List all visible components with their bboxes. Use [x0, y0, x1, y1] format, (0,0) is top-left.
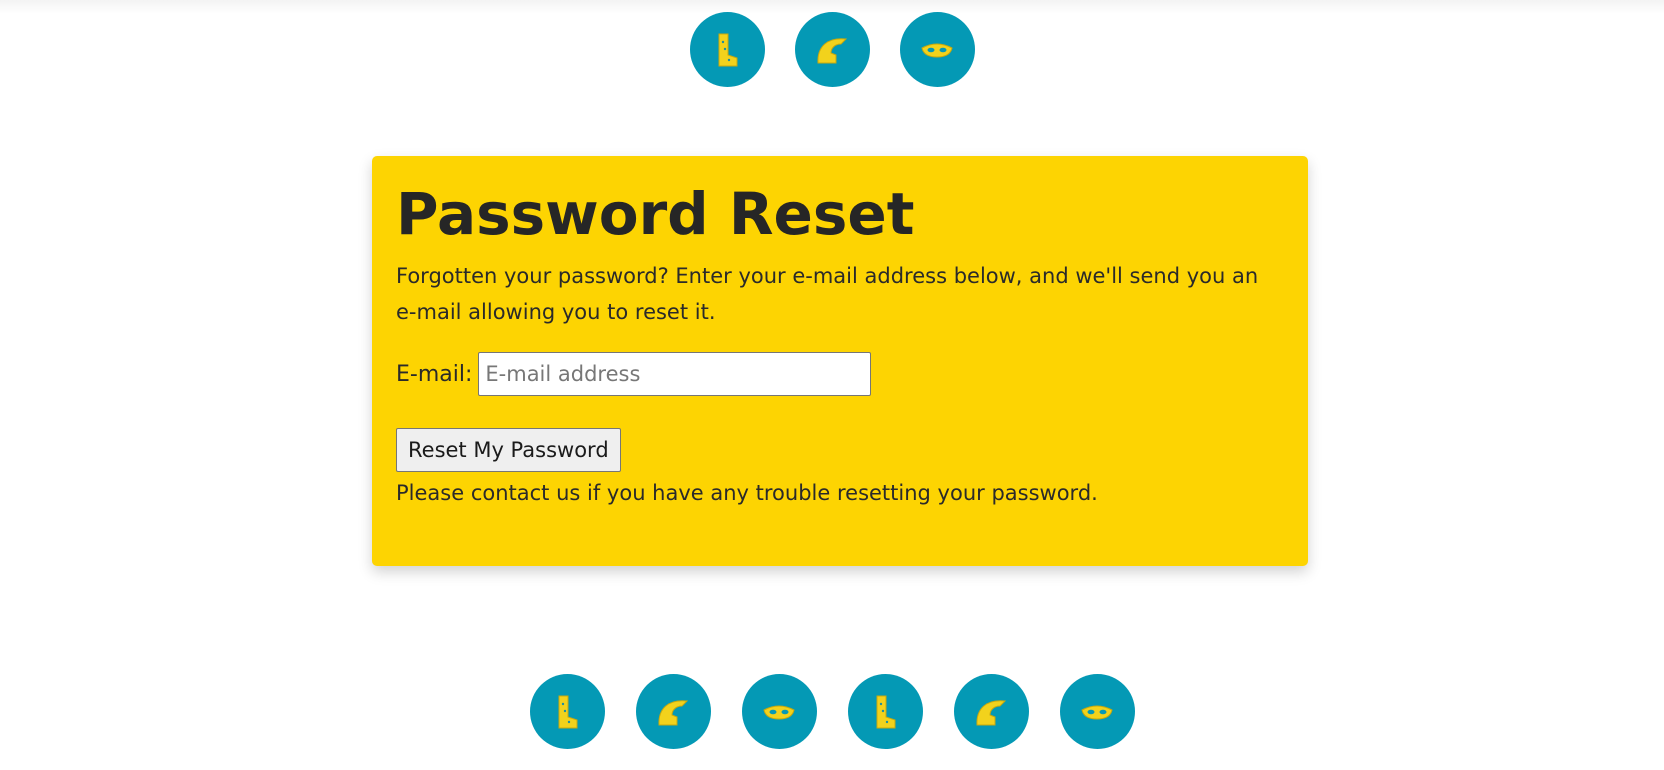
helmet-icon[interactable] — [794, 12, 870, 87]
boot-icon[interactable] — [529, 674, 605, 749]
reset-password-button[interactable]: Reset My Password — [396, 428, 621, 472]
intro-text: Forgotten your password? Enter your e-ma… — [396, 264, 1259, 324]
password-reset-card: Password Reset Forgotten your password? … — [372, 156, 1308, 566]
mask-icon[interactable] — [1059, 674, 1135, 749]
page-title: Password Reset — [396, 180, 915, 248]
boot-icon[interactable] — [847, 674, 923, 749]
page: Password Reset Forgotten your password? … — [0, 0, 1664, 770]
mask-icon[interactable] — [899, 12, 975, 87]
email-row: E-mail: — [396, 352, 1284, 396]
top-icon-row — [0, 12, 1664, 87]
boot-icon[interactable] — [689, 12, 765, 87]
email-label: E-mail: — [396, 361, 473, 387]
mask-icon[interactable] — [741, 674, 817, 749]
helmet-icon[interactable] — [953, 674, 1029, 749]
email-field[interactable] — [478, 352, 872, 396]
helmet-icon[interactable] — [635, 674, 711, 749]
contact-text: Please contact us if you have any troubl… — [396, 481, 1098, 505]
bottom-icon-row — [0, 674, 1664, 749]
